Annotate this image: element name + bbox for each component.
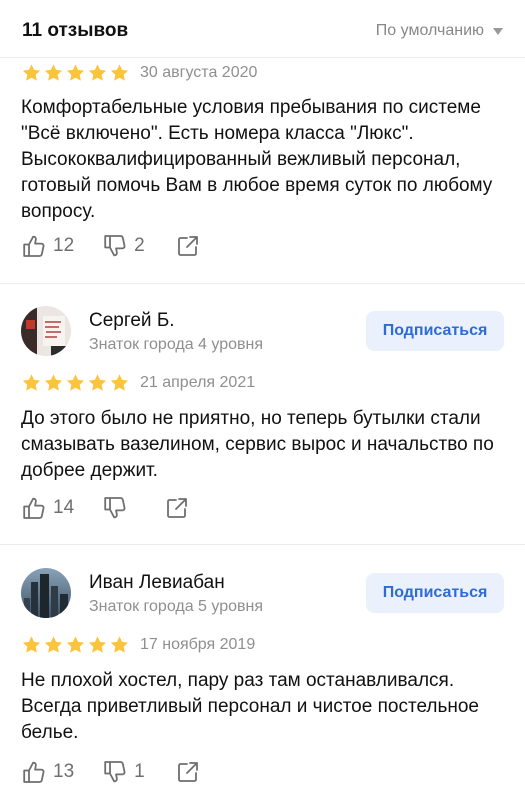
reviews-count: 11 отзывов xyxy=(22,20,129,41)
star-icon xyxy=(21,373,42,393)
sort-dropdown[interactable]: По умолчанию xyxy=(376,22,503,40)
dislike-button[interactable]: 1 xyxy=(102,759,145,785)
author-level: Знаток города 5 уровня xyxy=(89,597,264,615)
dislike-count: 2 xyxy=(134,235,145,256)
star-icon xyxy=(21,635,42,655)
star-icon xyxy=(65,635,86,655)
star-icon xyxy=(43,373,64,393)
review-rating: 21 апреля 2021 xyxy=(21,373,255,393)
star-icon xyxy=(87,373,108,393)
review-actions: 14 xyxy=(21,494,190,522)
star-icon xyxy=(87,635,108,655)
star-icon xyxy=(21,63,42,83)
chevron-down-icon xyxy=(493,27,503,35)
thumbs-down-icon xyxy=(102,233,128,259)
review-rating: 17 ноября 2019 xyxy=(21,635,255,655)
share-icon xyxy=(175,233,201,259)
review-author: Иван Левиабан Знаток города 5 уровня xyxy=(21,568,263,618)
avatar-image xyxy=(21,306,71,356)
review-text: Комфортабельные условия пребывания по си… xyxy=(21,97,493,222)
star-icon xyxy=(65,373,86,393)
share-button[interactable] xyxy=(164,495,190,521)
star-icon xyxy=(109,373,130,393)
review-divider xyxy=(0,544,525,545)
thumbs-up-icon xyxy=(21,495,47,521)
star-icon xyxy=(109,635,130,655)
star-icon xyxy=(65,63,86,83)
review-date: 30 августа 2020 xyxy=(140,64,258,81)
author-name[interactable]: Сергей Б. xyxy=(89,309,263,333)
dislike-button[interactable]: 2 xyxy=(102,233,145,259)
review-text: Не плохой хостел, пару раз там останавли… xyxy=(21,670,479,743)
review-author: Сергей Б. Знаток города 4 уровня xyxy=(21,306,263,356)
avatar[interactable] xyxy=(21,306,71,356)
review-actions: 12 2 xyxy=(21,232,201,260)
review-text: До этого было не приятно, но теперь буты… xyxy=(21,408,494,481)
review-rating: 30 августа 2020 xyxy=(21,63,257,83)
thumbs-up-icon xyxy=(21,759,47,785)
review-divider xyxy=(0,283,525,284)
like-button[interactable]: 14 xyxy=(21,495,74,521)
rating-stars xyxy=(21,63,130,83)
star-icon xyxy=(87,63,108,83)
author-name[interactable]: Иван Левиабан xyxy=(89,571,263,595)
subscribe-button[interactable]: Подписаться xyxy=(366,573,504,613)
like-count: 14 xyxy=(53,497,75,518)
star-icon xyxy=(109,63,130,83)
avatar[interactable] xyxy=(21,568,71,618)
dislike-button[interactable] xyxy=(102,495,134,521)
review-date: 17 ноября 2019 xyxy=(140,636,256,653)
thumbs-down-icon xyxy=(102,495,128,521)
like-button[interactable]: 12 xyxy=(21,233,74,259)
like-count: 12 xyxy=(53,235,75,256)
share-button[interactable] xyxy=(175,233,201,259)
rating-stars xyxy=(21,373,130,393)
star-icon xyxy=(43,63,64,83)
share-icon xyxy=(164,495,190,521)
author-level: Знаток города 4 уровня xyxy=(89,335,264,353)
like-button[interactable]: 13 xyxy=(21,759,74,785)
review-date: 21 апреля 2021 xyxy=(140,374,256,391)
share-button[interactable] xyxy=(175,759,201,785)
avatar-image xyxy=(21,568,71,618)
rating-stars xyxy=(21,635,130,655)
review-actions: 13 1 xyxy=(21,758,201,786)
sort-label: По умолчанию xyxy=(375,22,484,39)
reviews-header: 11 отзывов По умолчанию xyxy=(0,0,525,58)
thumbs-up-icon xyxy=(21,233,47,259)
like-count: 13 xyxy=(53,761,75,782)
share-icon xyxy=(175,759,201,785)
subscribe-button[interactable]: Подписаться xyxy=(366,311,504,351)
dislike-count: 1 xyxy=(134,761,145,782)
star-icon xyxy=(43,635,64,655)
thumbs-down-icon xyxy=(102,759,128,785)
